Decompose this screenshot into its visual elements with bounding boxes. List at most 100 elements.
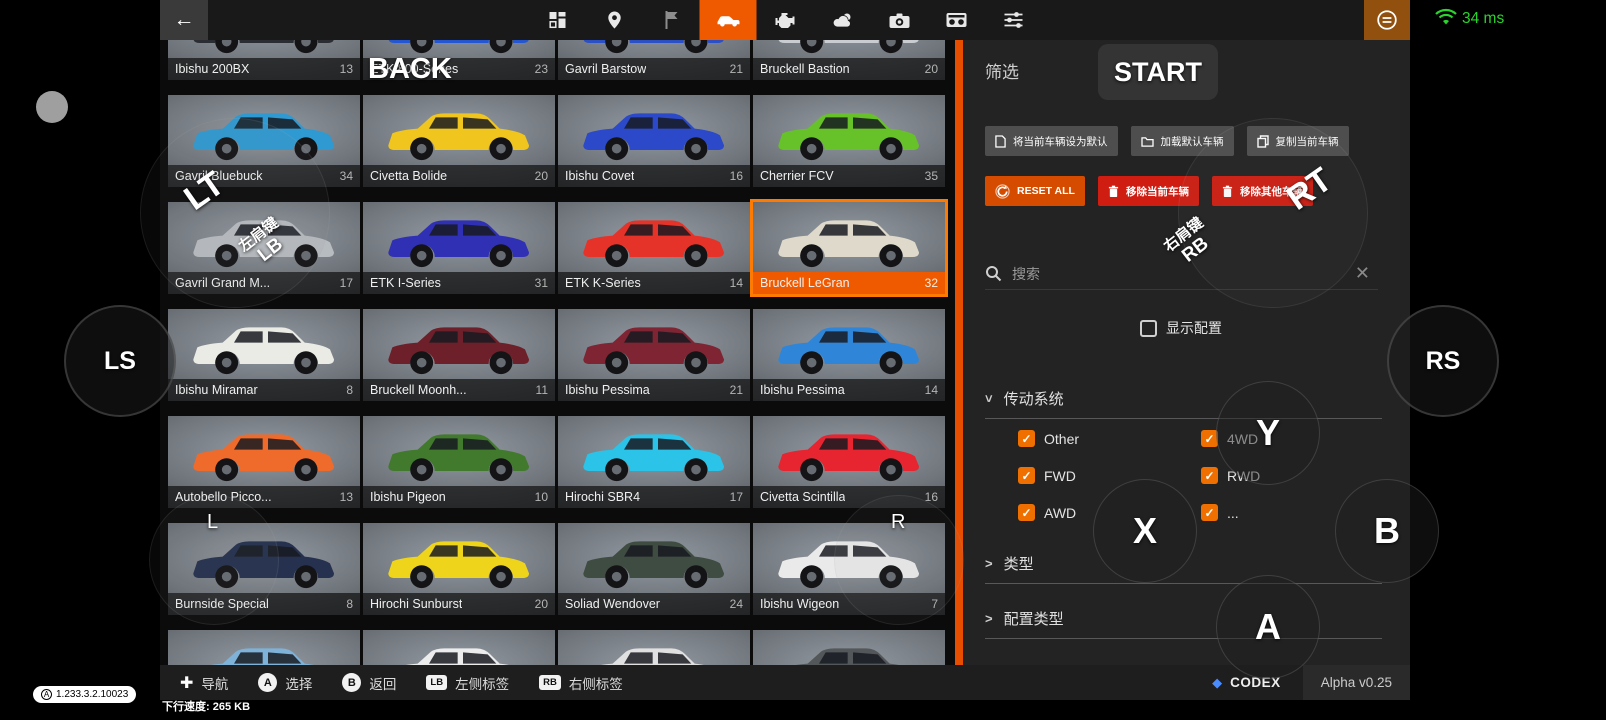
- controller-hint: LB左侧标签: [426, 673, 509, 693]
- vehicle-card[interactable]: Civetta Scintilla16: [753, 416, 945, 508]
- vehicle-card[interactable]: Hirochi SBR417: [558, 416, 750, 508]
- tab-tuning[interactable]: [985, 0, 1042, 40]
- vehicle-card[interactable]: Ibishu Pigeon10: [363, 416, 555, 508]
- chevron-right-icon: >: [985, 556, 993, 571]
- vehicle-name-bar: Gavril Barstow21: [558, 58, 750, 80]
- car-thumbnail: [379, 635, 539, 665]
- vehicle-name: Civetta Bolide: [370, 169, 447, 183]
- section-config-type[interactable]: > 配置类型: [985, 608, 1382, 639]
- button-x[interactable]: X: [1093, 479, 1197, 583]
- tab-scenarios[interactable]: [643, 0, 700, 40]
- vehicle-card[interactable]: ETK I-Series31: [363, 202, 555, 294]
- vehicle-config-count: 14: [925, 383, 938, 397]
- vehicle-card[interactable]: [363, 630, 555, 665]
- tab-parts[interactable]: [757, 0, 814, 40]
- hint-label: 左侧标签: [455, 673, 509, 693]
- set-default-vehicle-button[interactable]: 将当前车辆设为默认: [985, 126, 1118, 156]
- vehicle-name: Ibishu 200BX: [175, 62, 249, 76]
- vehicle-name: Hirochi Sunburst: [370, 597, 462, 611]
- right-stick[interactable]: RS: [1387, 305, 1499, 417]
- car-thumbnail: [379, 528, 539, 592]
- overlay-l-label[interactable]: L: [207, 511, 218, 534]
- vehicle-card-selected[interactable]: Bruckell LeGran 32: [753, 202, 945, 294]
- vehicle-config-count: 31: [535, 276, 548, 290]
- checkbox-checked[interactable]: [1018, 430, 1035, 447]
- lt-touch-pad[interactable]: [140, 118, 330, 308]
- vehicle-config-count: 32: [925, 276, 938, 290]
- vehicle-card[interactable]: Bruckell Moonh...11: [363, 309, 555, 401]
- tab-media[interactable]: [928, 0, 985, 40]
- car-thumbnail: [769, 207, 929, 271]
- wifi-icon: [1434, 8, 1458, 31]
- vehicle-card[interactable]: Ibishu Miramar8: [168, 309, 360, 401]
- tab-vehicles[interactable]: [700, 0, 757, 40]
- version-badge-letter: A: [41, 689, 52, 700]
- button-y[interactable]: Y: [1216, 381, 1320, 485]
- drivetrain-option[interactable]: Other: [1018, 430, 1201, 447]
- game-window: ← Ibishu 200BX13ETK 800-Series23Gavril B…: [160, 0, 1410, 700]
- left-stick[interactable]: LS: [64, 305, 176, 417]
- vehicle-card[interactable]: Ibishu Pessima 14: [753, 309, 945, 401]
- vehicle-name: Bruckell LeGran: [760, 276, 850, 290]
- vehicle-name-bar: Ibishu Pessima21: [558, 379, 750, 401]
- vehicle-name: Ibishu Pessima: [760, 383, 845, 397]
- car-thumbnail: [184, 635, 344, 665]
- vehicle-card[interactable]: Ibishu 200BX13: [168, 40, 360, 80]
- vehicle-config-count: 8: [346, 597, 353, 611]
- vehicle-card[interactable]: Ibishu Pessima21: [558, 309, 750, 401]
- car-thumbnail: [769, 314, 929, 378]
- checkbox-checked[interactable]: [1018, 504, 1035, 521]
- trash-icon: [1108, 185, 1119, 198]
- vehicle-card[interactable]: [558, 630, 750, 665]
- car-thumbnail: [574, 40, 734, 57]
- app-version-badge: A 1.233.3.2.10023: [33, 686, 136, 703]
- button-label: 将当前车辆设为默认: [1013, 134, 1108, 149]
- vehicle-card[interactable]: Ibishu Covet16: [558, 95, 750, 187]
- tab-camera[interactable]: [871, 0, 928, 40]
- button-b-icon: B: [342, 673, 361, 692]
- tab-dashboard[interactable]: [529, 0, 586, 40]
- vehicle-card[interactable]: [753, 630, 945, 665]
- vehicle-card[interactable]: Civetta Bolide20: [363, 95, 555, 187]
- vehicle-name-bar: ETK K-Series14: [558, 272, 750, 294]
- vehicle-card[interactable]: Bruckell Bastion20: [753, 40, 945, 80]
- section-drivetrain[interactable]: > 传动系统: [985, 388, 1382, 419]
- checkbox-unchecked[interactable]: [1140, 320, 1157, 337]
- car-thumbnail: [769, 421, 929, 485]
- car-thumbnail: [379, 207, 539, 271]
- vehicle-card[interactable]: [168, 630, 360, 665]
- vehicle-card[interactable]: Cherrier FCV35: [753, 95, 945, 187]
- vehicle-card[interactable]: Soliad Wendover24: [558, 523, 750, 615]
- overlay-back-button[interactable]: BACK: [368, 53, 452, 86]
- car-thumbnail: [769, 100, 929, 164]
- button-b[interactable]: B: [1335, 479, 1439, 583]
- checkbox-checked[interactable]: [1018, 467, 1035, 484]
- sliders-icon: [1003, 11, 1023, 29]
- checkbox-checked[interactable]: [1201, 504, 1218, 521]
- vehicle-card[interactable]: Gavril Barstow21: [558, 40, 750, 80]
- button-a[interactable]: A: [1216, 575, 1320, 679]
- chevron-down-icon: >: [981, 395, 996, 403]
- vehicle-card[interactable]: Autobello Picco...13: [168, 416, 360, 508]
- vehicle-card[interactable]: Hirochi Sunburst20: [363, 523, 555, 615]
- rt-touch-pad[interactable]: [1178, 118, 1368, 308]
- checkbox-checked[interactable]: [1201, 467, 1218, 484]
- controller-hint: RB右侧标签: [539, 673, 623, 693]
- overlay-start-button[interactable]: START: [1098, 44, 1218, 100]
- reset-all-button[interactable]: RESET ALL: [985, 176, 1085, 206]
- circle-menu-icon: [1376, 9, 1398, 31]
- floating-touch-dot[interactable]: [36, 91, 68, 123]
- checkbox-label: AWD: [1044, 505, 1076, 521]
- screen: ← Ibishu 200BX13ETK 800-Series23Gavril B…: [0, 0, 1606, 720]
- hint-label: 选择: [285, 673, 312, 693]
- engine-icon: [774, 11, 796, 29]
- tab-map[interactable]: [586, 0, 643, 40]
- menu-button[interactable]: [1364, 0, 1410, 40]
- drivetrain-option[interactable]: FWD: [1018, 467, 1201, 484]
- overlay-r-label[interactable]: R: [891, 511, 905, 534]
- tab-environment[interactable]: [814, 0, 871, 40]
- vehicle-card[interactable]: ETK K-Series14: [558, 202, 750, 294]
- car-thumbnail: [769, 635, 929, 665]
- back-button[interactable]: ←: [160, 0, 208, 40]
- show-config-checkbox-row[interactable]: 显示配置: [1140, 318, 1222, 338]
